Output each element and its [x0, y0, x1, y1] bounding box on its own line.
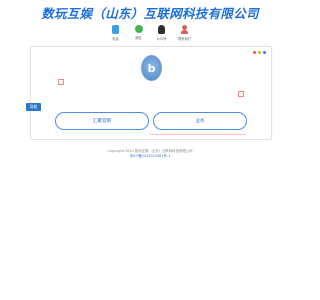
phone-icon — [112, 25, 119, 34]
phone-label: 电话 — [112, 37, 119, 41]
wechat-contact[interactable]: 微信 — [131, 25, 147, 41]
corner-marker-icon — [238, 91, 244, 97]
official-site-button[interactable]: 汇聚官网 — [55, 112, 149, 130]
qq-icon — [158, 25, 165, 34]
divider — [150, 134, 246, 135]
contact-icons: 电话 微信 公众号 联系我们 — [0, 25, 300, 41]
official-account-label: 公众号 — [156, 37, 167, 41]
corner-marker-icon — [58, 79, 64, 85]
contact-us-label: 联系我们 — [178, 37, 191, 41]
user-icon — [181, 25, 188, 34]
nav-button[interactable]: 导航 — [26, 103, 41, 111]
business-button[interactable]: 业务 — [153, 112, 247, 130]
wechat-icon — [134, 25, 143, 33]
phone-contact[interactable]: 电话 — [108, 25, 124, 41]
footer: Copyright 2024 数玩互娱（山东）互联网科技有限公司 鲁ICP备20… — [0, 149, 300, 159]
logo: b — [141, 55, 162, 81]
window-dots — [253, 51, 266, 54]
blue-dot-icon — [263, 51, 266, 54]
red-dot-icon — [253, 51, 256, 54]
icp-link[interactable]: 鲁ICP备2023012467号-1 — [0, 154, 300, 159]
contact-us[interactable]: 联系我们 — [177, 25, 193, 41]
yellow-dot-icon — [258, 51, 261, 54]
wechat-label: 微信 — [135, 36, 142, 40]
logo-letter: b — [147, 61, 156, 75]
official-account-contact[interactable]: 公众号 — [154, 25, 170, 41]
page-title: 数玩互娱（山东）互联网科技有限公司 — [41, 6, 259, 21]
